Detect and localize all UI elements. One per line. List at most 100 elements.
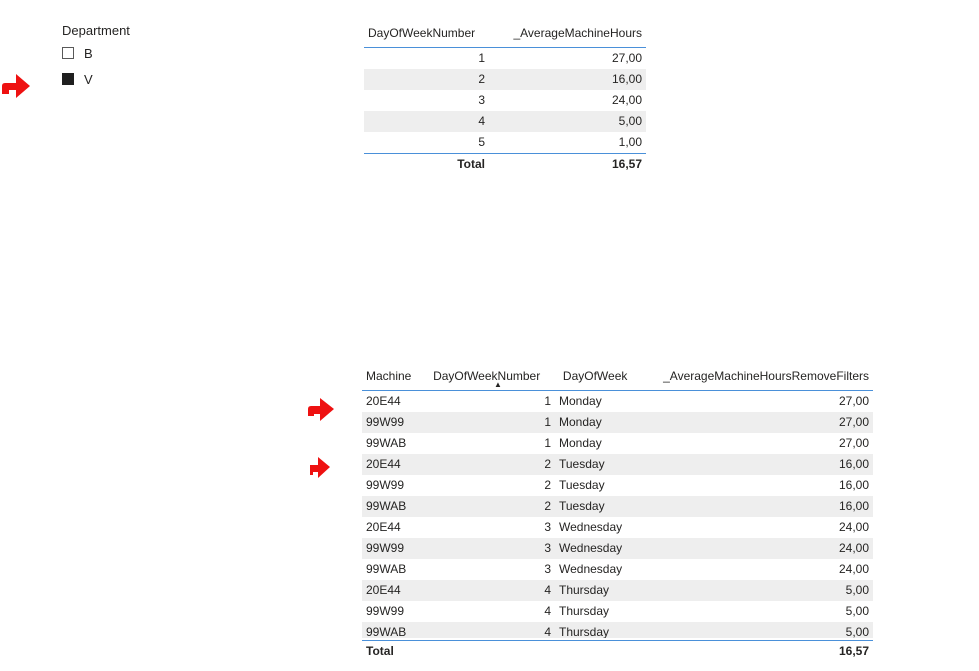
table-cell: Thursday [559,625,610,638]
table-cell: 1 [544,436,551,450]
slicer-item-label: V [84,71,93,87]
table-cell: 16,00 [838,457,869,471]
table-cell: 2 [544,499,551,513]
red-arrow-icon [310,457,330,478]
table-cell: Wednesday [559,520,623,534]
column-header-label: DayOfWeekNumber [433,369,541,383]
table-row: 3 24,00 [364,90,646,111]
table-cell: 1 [478,51,485,65]
table-header: DayOfWeekNumber _AverageMachineHours [364,24,646,48]
table-cell: 99WAB [366,625,407,638]
column-header-averagemachinehours[interactable]: _AverageMachineHours [490,24,646,42]
table-row: 99WAB 3 Wednesday 24,00 [362,559,873,580]
table-cell: 27,00 [838,436,869,450]
table-cell: 5 [478,135,485,149]
table-cell: 5,00 [845,625,869,638]
table-cell: 24,00 [838,541,869,555]
table-row: 99W99 1 Monday 27,00 [362,412,873,433]
total-label: Total [366,644,394,658]
slicer-item-b[interactable]: B [62,40,282,66]
table-cell: 99WAB [366,436,407,450]
table-row: 20E44 1 Monday 27,00 [362,391,873,412]
table-cell: 4 [544,604,551,618]
table-row: 99WAB 2 Tuesday 16,00 [362,496,873,517]
table-row: 99WAB 1 Monday 27,00 [362,433,873,454]
table-cell: 27,00 [611,51,642,65]
table-cell: 3 [544,562,551,576]
table-cell: Tuesday [559,478,605,492]
table-cell: 16,00 [838,478,869,492]
table-cell: 99WAB [366,499,407,513]
table-cell: 4 [544,583,551,597]
slicer-item-v[interactable]: V [62,66,282,92]
department-slicer: Department B V [62,22,282,92]
table-cell: 16,00 [838,499,869,513]
table-cell: 2 [478,72,485,86]
column-header-dayofweeknumber[interactable]: DayOfWeekNumber [364,24,490,42]
table-header: Machine DayOfWeekNumber ▲ DayOfWeek _Ave… [362,367,873,391]
table-body: 1 27,00 2 16,00 3 24,00 4 5,00 5 1,00 [364,48,646,153]
sort-ascending-icon: ▲ [493,380,502,389]
table-cell: 5,00 [845,583,869,597]
red-arrow-icon [2,74,30,98]
table-cell: 99W99 [366,541,405,555]
table-row: 4 5,00 [364,111,646,132]
table-cell: Monday [559,436,602,450]
total-row: Total 16,57 [362,640,873,662]
table-cell: 3 [478,93,485,107]
red-arrow-icon [308,398,334,421]
slicer-title: Department [62,23,130,38]
average-hours-table: DayOfWeekNumber _AverageMachineHours 1 27… [364,24,646,175]
column-header-averagemachinehoursremovefilters[interactable]: _AverageMachineHoursRemoveFilters [644,367,873,385]
table-cell: 5,00 [618,114,642,128]
table-row: 1 27,00 [364,48,646,69]
table-cell: Monday [559,394,602,408]
table-cell: 20E44 [366,520,401,534]
table-row: 20E44 3 Wednesday 24,00 [362,517,873,538]
table-cell: 16,00 [611,72,642,86]
table-row: 5 1,00 [364,132,646,153]
table-cell: 27,00 [838,394,869,408]
checkbox-b[interactable] [62,47,74,59]
table-cell: 24,00 [838,520,869,534]
table-cell: 20E44 [366,583,401,597]
table-cell: 24,00 [838,562,869,576]
table-cell: 5,00 [845,604,869,618]
column-header-dayofweeknumber[interactable]: DayOfWeekNumber ▲ [429,367,559,389]
table-cell: Tuesday [559,499,605,513]
table-cell: 27,00 [838,415,869,429]
total-label: Total [457,157,485,171]
table-cell: 1 [544,394,551,408]
slicer-item-label: B [84,45,93,61]
table-row: 99W99 3 Wednesday 24,00 [362,538,873,559]
table-row: 20E44 4 Thursday 5,00 [362,580,873,601]
table-cell: Wednesday [559,541,623,555]
table-cell: 99W99 [366,478,405,492]
column-header-machine[interactable]: Machine [362,367,429,385]
table-cell: 20E44 [366,394,401,408]
table-row: 99W99 4 Thursday 5,00 [362,601,873,622]
table-cell: Thursday [559,604,610,618]
table-cell: 20E44 [366,457,401,471]
table-cell: 99W99 [366,604,405,618]
table-cell: 1,00 [618,135,642,149]
checkbox-v[interactable] [62,73,74,85]
table-cell: Thursday [559,583,610,597]
table-cell: 4 [544,625,551,638]
table-cell: 3 [544,541,551,555]
table-cell: 2 [544,457,551,471]
table-row: 99WAB 4 Thursday 5,00 [362,622,873,638]
table-cell: 2 [544,478,551,492]
machine-hours-table: Machine DayOfWeekNumber ▲ DayOfWeek _Ave… [362,367,873,667]
column-header-dayofweek[interactable]: DayOfWeek [559,367,644,385]
table-body[interactable]: 20E44 1 Monday 27,00 99W99 1 Monday 27,00 99WAB 1… [362,391,873,638]
table-cell: 3 [544,520,551,534]
table-row: 99W99 2 Tuesday 16,00 [362,475,873,496]
table-cell: 99WAB [366,562,407,576]
table-cell: Wednesday [559,562,623,576]
table-cell: Tuesday [559,457,605,471]
table-cell: 1 [544,415,551,429]
total-row: Total 16,57 [364,153,646,175]
table-cell: 99W99 [366,415,405,429]
table-cell: 4 [478,114,485,128]
